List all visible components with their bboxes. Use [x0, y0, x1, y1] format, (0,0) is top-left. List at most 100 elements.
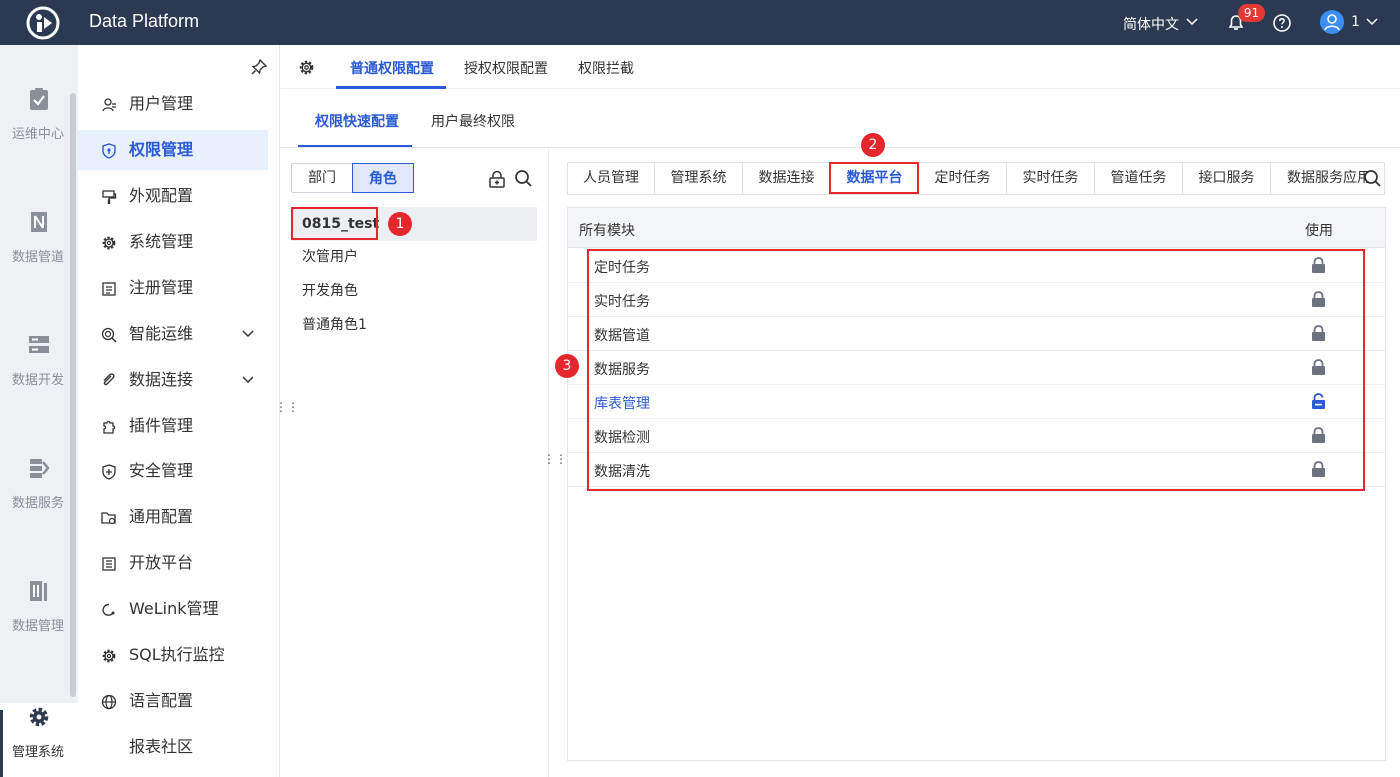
chevron-down-icon[interactable]	[1185, 15, 1199, 29]
menu-label: WeLink管理	[129, 599, 219, 618]
module-tab[interactable]: 管道任务	[1095, 163, 1183, 194]
rail-active-indicator	[0, 710, 3, 777]
column-header-use: 使用	[1305, 223, 1333, 239]
sub-menu: 用户管理 权限管理 外观配置 系统管理 注册管理 智能运维 数据连接 插件管理 …	[78, 45, 280, 777]
menu-item-appearance[interactable]: 外观配置	[78, 176, 268, 216]
toggle-role[interactable]: 角色	[352, 163, 414, 193]
menu-label: 插件管理	[129, 416, 194, 435]
globe-icon	[101, 694, 117, 710]
resize-handle[interactable]: ⋮⋮	[275, 401, 299, 419]
app-title: Data Platform	[89, 11, 200, 31]
tab-quick-config[interactable]: 权限快速配置	[315, 111, 399, 131]
role-item[interactable]: 普通角色1	[291, 308, 537, 342]
menu-item-smart-ops[interactable]: 智能运维	[78, 314, 268, 354]
language-selector[interactable]: 简体中文	[1123, 14, 1179, 34]
menu-label: 外观配置	[129, 186, 194, 205]
menu-label: 语言配置	[129, 691, 194, 710]
toggle-dept[interactable]: 部门	[292, 164, 352, 192]
rail-label: 数据管道	[12, 250, 65, 265]
rail-item-data-service[interactable]: 数据服务	[0, 456, 78, 511]
rail-item-data-pipeline[interactable]: 数据管道	[0, 210, 78, 265]
document-icon	[102, 557, 116, 571]
menu-label: 安全管理	[129, 461, 194, 480]
menu-item-data-connection[interactable]: 数据连接	[78, 360, 268, 400]
annotation-box	[587, 249, 1365, 491]
logo-icon	[26, 6, 60, 40]
module-rail: 运维中心 数据管道 数据开发 数据服务 数据管理 管理系统	[0, 45, 78, 777]
search-icon[interactable]	[1363, 169, 1381, 187]
notification-badge: 91	[1238, 4, 1265, 22]
chevron-down-icon[interactable]	[1365, 15, 1379, 29]
menu-item-general-config[interactable]: 通用配置	[78, 497, 268, 537]
folder-gear-icon	[101, 512, 116, 525]
menu-item-welink[interactable]: WeLink管理	[78, 589, 268, 629]
menu-item-registration[interactable]: 注册管理	[78, 268, 268, 308]
rail-label: 数据开发	[12, 373, 65, 388]
menu-item-open-platform[interactable]: 开放平台	[78, 543, 268, 583]
module-tab[interactable]: 实时任务	[1007, 163, 1095, 194]
annotation-box	[829, 162, 919, 194]
rail-item-admin-system[interactable]: 管理系统	[0, 703, 78, 777]
tab-user-final-permission[interactable]: 用户最终权限	[431, 111, 515, 131]
server-icon	[29, 336, 49, 353]
gear-icon[interactable]	[298, 59, 315, 76]
menu-label: 系统管理	[129, 232, 194, 251]
smart-ops-icon	[101, 327, 117, 343]
menu-label: 开放平台	[129, 553, 194, 572]
column-header-module: 所有模块	[579, 223, 635, 239]
chevron-down-icon[interactable]	[241, 373, 255, 387]
avatar[interactable]	[1320, 10, 1344, 34]
module-tab[interactable]: 管理系统	[655, 163, 743, 194]
annotation-marker: 1	[388, 212, 412, 236]
menu-item-user-management[interactable]: 用户管理	[78, 84, 268, 124]
module-tab[interactable]: 人员管理	[568, 163, 655, 194]
tab-authorize-permission[interactable]: 授权权限配置	[464, 58, 548, 78]
module-tab[interactable]: 定时任务	[919, 163, 1007, 194]
chevron-down-icon[interactable]	[241, 327, 255, 341]
module-tabs: 人员管理 管理系统 数据连接 数据平台 定时任务 实时任务 管道任务 接口服务 …	[567, 162, 1385, 195]
menu-item-language-config[interactable]: 语言配置	[78, 681, 268, 721]
gear-icon	[29, 707, 49, 727]
menu-label: 用户管理	[129, 94, 194, 113]
pin-icon[interactable]	[250, 58, 268, 76]
rail-item-data-dev[interactable]: 数据开发	[0, 333, 78, 388]
menu-label: 通用配置	[129, 507, 194, 526]
role-item[interactable]: 次管用户	[291, 240, 537, 274]
help-icon[interactable]	[1272, 13, 1292, 33]
shield-plus-icon	[102, 464, 116, 480]
user-icon	[102, 98, 116, 112]
table-header: 所有模块 使用	[568, 208, 1385, 248]
rail-label: 运维中心	[12, 127, 65, 142]
link-icon	[103, 373, 115, 386]
annotation-marker: 3	[555, 354, 579, 378]
menu-item-sql-monitor[interactable]: SQL执行监控	[78, 635, 268, 675]
menu-item-security-management[interactable]: 安全管理	[78, 451, 268, 491]
role-item[interactable]: 开发角色	[291, 274, 537, 308]
menu-item-report-community[interactable]: 报表社区	[78, 727, 268, 767]
menu-label: 数据连接	[129, 370, 194, 389]
tab-active-indicator	[336, 86, 446, 89]
annotation-marker: 2	[861, 133, 885, 157]
menu-item-system-management[interactable]: 系统管理	[78, 222, 268, 262]
lock-add-icon[interactable]	[488, 170, 506, 188]
rail-scrollbar[interactable]	[70, 93, 76, 697]
resize-handle[interactable]: ⋮⋮	[543, 453, 567, 471]
user-name[interactable]: 1	[1351, 14, 1360, 30]
data-service-icon	[30, 459, 50, 478]
tab-normal-permission[interactable]: 普通权限配置	[350, 58, 434, 78]
divider	[281, 147, 1400, 148]
menu-label: SQL执行监控	[129, 645, 225, 664]
module-tab[interactable]: 接口服务	[1183, 163, 1271, 194]
rail-label: 数据管理	[12, 619, 65, 634]
module-tab[interactable]: 数据连接	[743, 163, 831, 194]
puzzle-icon	[103, 420, 116, 434]
menu-item-plugin-management[interactable]: 插件管理	[78, 406, 268, 446]
tab-permission-intercept[interactable]: 权限拦截	[578, 58, 634, 78]
shield-icon	[102, 143, 116, 159]
rail-item-ops-center[interactable]: 运维中心	[0, 87, 78, 142]
data-management-icon	[30, 581, 47, 601]
search-icon[interactable]	[514, 169, 532, 187]
rail-item-data-management[interactable]: 数据管理	[0, 579, 78, 634]
menu-label: 权限管理	[129, 140, 194, 159]
menu-item-permission-management[interactable]: 权限管理	[78, 130, 268, 170]
